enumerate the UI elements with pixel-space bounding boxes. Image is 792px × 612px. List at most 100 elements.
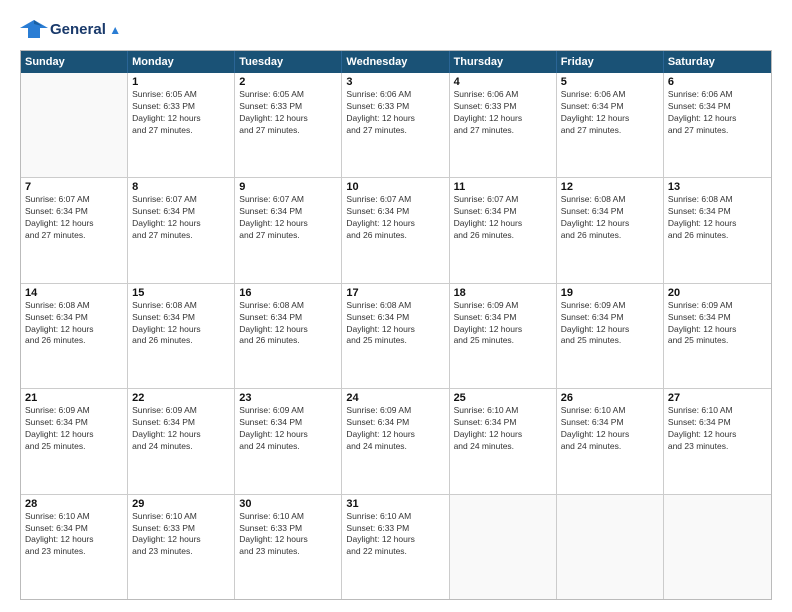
col-header-friday: Friday (557, 51, 664, 73)
day-info: Sunrise: 6:08 AM Sunset: 6:34 PM Dayligh… (132, 300, 230, 348)
day-info: Sunrise: 6:10 AM Sunset: 6:34 PM Dayligh… (25, 511, 123, 559)
cal-cell: 30Sunrise: 6:10 AM Sunset: 6:33 PM Dayli… (235, 495, 342, 599)
calendar-body: 1Sunrise: 6:05 AM Sunset: 6:33 PM Daylig… (21, 73, 771, 599)
day-number: 2 (239, 76, 337, 88)
day-info: Sunrise: 6:05 AM Sunset: 6:33 PM Dayligh… (132, 89, 230, 137)
cal-cell: 15Sunrise: 6:08 AM Sunset: 6:34 PM Dayli… (128, 284, 235, 388)
day-info: Sunrise: 6:05 AM Sunset: 6:33 PM Dayligh… (239, 89, 337, 137)
col-header-sunday: Sunday (21, 51, 128, 73)
day-info: Sunrise: 6:09 AM Sunset: 6:34 PM Dayligh… (132, 405, 230, 453)
day-info: Sunrise: 6:07 AM Sunset: 6:34 PM Dayligh… (25, 194, 123, 242)
day-info: Sunrise: 6:07 AM Sunset: 6:34 PM Dayligh… (239, 194, 337, 242)
cal-cell: 25Sunrise: 6:10 AM Sunset: 6:34 PM Dayli… (450, 389, 557, 493)
day-number: 17 (346, 287, 444, 299)
day-info: Sunrise: 6:06 AM Sunset: 6:34 PM Dayligh… (561, 89, 659, 137)
cal-cell: 11Sunrise: 6:07 AM Sunset: 6:34 PM Dayli… (450, 178, 557, 282)
cal-cell: 8Sunrise: 6:07 AM Sunset: 6:34 PM Daylig… (128, 178, 235, 282)
calendar-header: SundayMondayTuesdayWednesdayThursdayFrid… (21, 51, 771, 73)
day-number: 19 (561, 287, 659, 299)
day-number: 29 (132, 498, 230, 510)
cal-cell: 4Sunrise: 6:06 AM Sunset: 6:33 PM Daylig… (450, 73, 557, 177)
day-info: Sunrise: 6:10 AM Sunset: 6:34 PM Dayligh… (561, 405, 659, 453)
cal-cell: 3Sunrise: 6:06 AM Sunset: 6:33 PM Daylig… (342, 73, 449, 177)
day-number: 28 (25, 498, 123, 510)
logo-line1: General ▲ (50, 22, 121, 37)
day-number: 22 (132, 392, 230, 404)
col-header-monday: Monday (128, 51, 235, 73)
day-number: 1 (132, 76, 230, 88)
day-info: Sunrise: 6:08 AM Sunset: 6:34 PM Dayligh… (668, 194, 767, 242)
cal-cell: 12Sunrise: 6:08 AM Sunset: 6:34 PM Dayli… (557, 178, 664, 282)
day-number: 8 (132, 181, 230, 193)
day-number: 30 (239, 498, 337, 510)
cal-cell: 26Sunrise: 6:10 AM Sunset: 6:34 PM Dayli… (557, 389, 664, 493)
day-info: Sunrise: 6:09 AM Sunset: 6:34 PM Dayligh… (454, 300, 552, 348)
day-info: Sunrise: 6:08 AM Sunset: 6:34 PM Dayligh… (239, 300, 337, 348)
day-number: 26 (561, 392, 659, 404)
col-header-wednesday: Wednesday (342, 51, 449, 73)
day-info: Sunrise: 6:06 AM Sunset: 6:33 PM Dayligh… (346, 89, 444, 137)
cal-cell: 21Sunrise: 6:09 AM Sunset: 6:34 PM Dayli… (21, 389, 128, 493)
cal-cell: 28Sunrise: 6:10 AM Sunset: 6:34 PM Dayli… (21, 495, 128, 599)
col-header-thursday: Thursday (450, 51, 557, 73)
cal-cell: 20Sunrise: 6:09 AM Sunset: 6:34 PM Dayli… (664, 284, 771, 388)
cal-cell: 22Sunrise: 6:09 AM Sunset: 6:34 PM Dayli… (128, 389, 235, 493)
day-info: Sunrise: 6:06 AM Sunset: 6:33 PM Dayligh… (454, 89, 552, 137)
day-number: 21 (25, 392, 123, 404)
day-number: 9 (239, 181, 337, 193)
day-number: 3 (346, 76, 444, 88)
cal-cell: 7Sunrise: 6:07 AM Sunset: 6:34 PM Daylig… (21, 178, 128, 282)
day-number: 24 (346, 392, 444, 404)
day-number: 4 (454, 76, 552, 88)
cal-cell: 14Sunrise: 6:08 AM Sunset: 6:34 PM Dayli… (21, 284, 128, 388)
cal-cell: 13Sunrise: 6:08 AM Sunset: 6:34 PM Dayli… (664, 178, 771, 282)
day-number: 14 (25, 287, 123, 299)
day-info: Sunrise: 6:10 AM Sunset: 6:33 PM Dayligh… (239, 511, 337, 559)
logo-text: General ▲ (50, 22, 121, 37)
week-row-3: 21 Sunrise: 6:09 AM Sunset: 6:34 PM Dayli… (21, 389, 771, 494)
day-info: Sunrise: 6:07 AM Sunset: 6:34 PM Dayligh… (346, 194, 444, 242)
day-number: 15 (132, 287, 230, 299)
calendar: SundayMondayTuesdayWednesdayThursdayFrid… (20, 50, 772, 600)
day-number: 23 (239, 392, 337, 404)
day-info: Sunrise: 6:10 AM Sunset: 6:33 PM Dayligh… (132, 511, 230, 559)
logo: General ▲ (20, 18, 121, 40)
logo-bird-icon (20, 18, 48, 40)
week-row-0: 1Sunrise: 6:05 AM Sunset: 6:33 PM Daylig… (21, 73, 771, 178)
cal-cell (557, 495, 664, 599)
day-info: Sunrise: 6:07 AM Sunset: 6:34 PM Dayligh… (454, 194, 552, 242)
cal-cell (664, 495, 771, 599)
day-number: 7 (25, 181, 123, 193)
cal-cell (21, 73, 128, 177)
cal-cell: 5Sunrise: 6:06 AM Sunset: 6:34 PM Daylig… (557, 73, 664, 177)
day-info: Sunrise: 6:08 AM Sunset: 6:34 PM Dayligh… (25, 300, 123, 348)
day-info: Sunrise: 6:08 AM Sunset: 6:34 PM Dayligh… (561, 194, 659, 242)
cal-cell: 19Sunrise: 6:09 AM Sunset: 6:34 PM Dayli… (557, 284, 664, 388)
day-number: 27 (668, 392, 767, 404)
header: General ▲ (20, 18, 772, 40)
day-number: 11 (454, 181, 552, 193)
day-number: 25 (454, 392, 552, 404)
day-info: Sunrise: 6:10 AM Sunset: 6:34 PM Dayligh… (668, 405, 767, 453)
page: General ▲ SundayMondayTuesdayWednesdayTh… (0, 0, 792, 612)
day-number: 13 (668, 181, 767, 193)
cal-cell: 31Sunrise: 6:10 AM Sunset: 6:33 PM Dayli… (342, 495, 449, 599)
week-row-2: 14Sunrise: 6:08 AM Sunset: 6:34 PM Dayli… (21, 284, 771, 389)
day-info: Sunrise: 6:09 AM Sunset: 6:34 PM Dayligh… (239, 405, 337, 453)
day-info: Sunrise: 6:06 AM Sunset: 6:34 PM Dayligh… (668, 89, 767, 137)
day-info: Sunrise: 6:09 AM Sunset: 6:34 PM Dayligh… (668, 300, 767, 348)
day-info: Sunrise: 6:09 AM Sunset: 6:34 PM Dayligh… (561, 300, 659, 348)
cal-cell: 2Sunrise: 6:05 AM Sunset: 6:33 PM Daylig… (235, 73, 342, 177)
day-number: 12 (561, 181, 659, 193)
cal-cell: 29Sunrise: 6:10 AM Sunset: 6:33 PM Dayli… (128, 495, 235, 599)
week-row-1: 7Sunrise: 6:07 AM Sunset: 6:34 PM Daylig… (21, 178, 771, 283)
cal-cell: 1Sunrise: 6:05 AM Sunset: 6:33 PM Daylig… (128, 73, 235, 177)
cal-cell: 17Sunrise: 6:08 AM Sunset: 6:34 PM Dayli… (342, 284, 449, 388)
day-number: 31 (346, 498, 444, 510)
day-number: 18 (454, 287, 552, 299)
day-number: 20 (668, 287, 767, 299)
day-info: Sunrise: 6:10 AM Sunset: 6:33 PM Dayligh… (346, 511, 444, 559)
day-number: 5 (561, 76, 659, 88)
cal-cell: 27Sunrise: 6:10 AM Sunset: 6:34 PM Dayli… (664, 389, 771, 493)
day-number: 10 (346, 181, 444, 193)
